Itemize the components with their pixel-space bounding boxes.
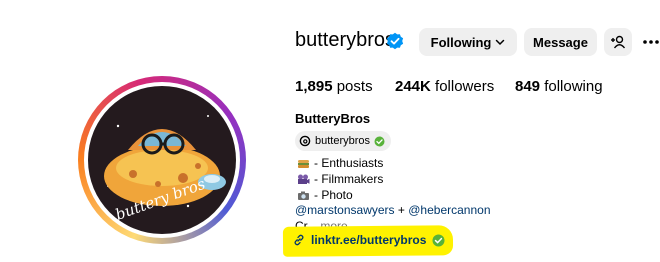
check-icon bbox=[432, 234, 445, 246]
avatar-border: buttery bros bbox=[84, 82, 240, 238]
mentions-separator: + bbox=[397, 203, 405, 217]
bio-line-text: - Enthusiasts bbox=[314, 156, 384, 170]
following-count-value: 849 bbox=[515, 78, 541, 95]
threads-icon bbox=[299, 135, 311, 147]
mention-link[interactable]: @hebercannon bbox=[408, 203, 490, 217]
username: butterybros bbox=[295, 29, 396, 51]
sandwich-emoji-icon bbox=[298, 159, 309, 168]
film-camera-emoji-icon bbox=[298, 174, 310, 184]
mention-link[interactable]: @marstonsawyers bbox=[295, 203, 395, 217]
following-count-label: following bbox=[544, 78, 603, 95]
threads-badge[interactable]: butterybros bbox=[295, 131, 392, 151]
camera-emoji-icon bbox=[298, 191, 309, 200]
posts-count: 1,895 posts bbox=[295, 78, 373, 95]
followers-count-value: 244K bbox=[395, 78, 431, 95]
verified-badge-icon bbox=[386, 32, 404, 50]
bio-mentions: @marstonsawyers + @hebercannon bbox=[295, 203, 491, 217]
following-button-label: Following bbox=[430, 34, 492, 50]
external-link[interactable]: linktr.ee/butterybros bbox=[293, 233, 445, 247]
message-button[interactable]: Message bbox=[524, 28, 597, 56]
avatar[interactable]: buttery bros bbox=[88, 86, 236, 234]
story-ring[interactable]: buttery bros bbox=[78, 76, 246, 244]
posts-count-value: 1,895 bbox=[295, 78, 333, 95]
bio-line-text: - Photo bbox=[314, 188, 353, 202]
bio-line: - Enthusiasts bbox=[297, 156, 383, 170]
bio-line: - Filmmakers bbox=[297, 172, 383, 186]
chevron-down-icon bbox=[496, 39, 505, 46]
threads-handle: butterybros bbox=[315, 135, 371, 147]
suggested-users-button[interactable] bbox=[604, 28, 632, 56]
full-name: ButteryBros bbox=[295, 111, 371, 126]
bio-line-text: - Filmmakers bbox=[314, 172, 384, 186]
more-options-icon[interactable] bbox=[642, 34, 660, 50]
link-icon bbox=[294, 234, 304, 246]
external-link-text: linktr.ee/butterybros bbox=[311, 233, 427, 247]
message-button-label: Message bbox=[533, 34, 588, 50]
following-count[interactable]: 849 following bbox=[515, 78, 603, 95]
check-icon bbox=[374, 136, 385, 146]
posts-count-label: posts bbox=[336, 78, 373, 95]
bio-line: - Photo bbox=[297, 188, 353, 202]
followers-count-label: followers bbox=[435, 78, 495, 95]
add-user-icon bbox=[611, 35, 626, 49]
followers-count[interactable]: 244K followers bbox=[395, 78, 494, 95]
following-button[interactable]: Following bbox=[419, 28, 517, 56]
